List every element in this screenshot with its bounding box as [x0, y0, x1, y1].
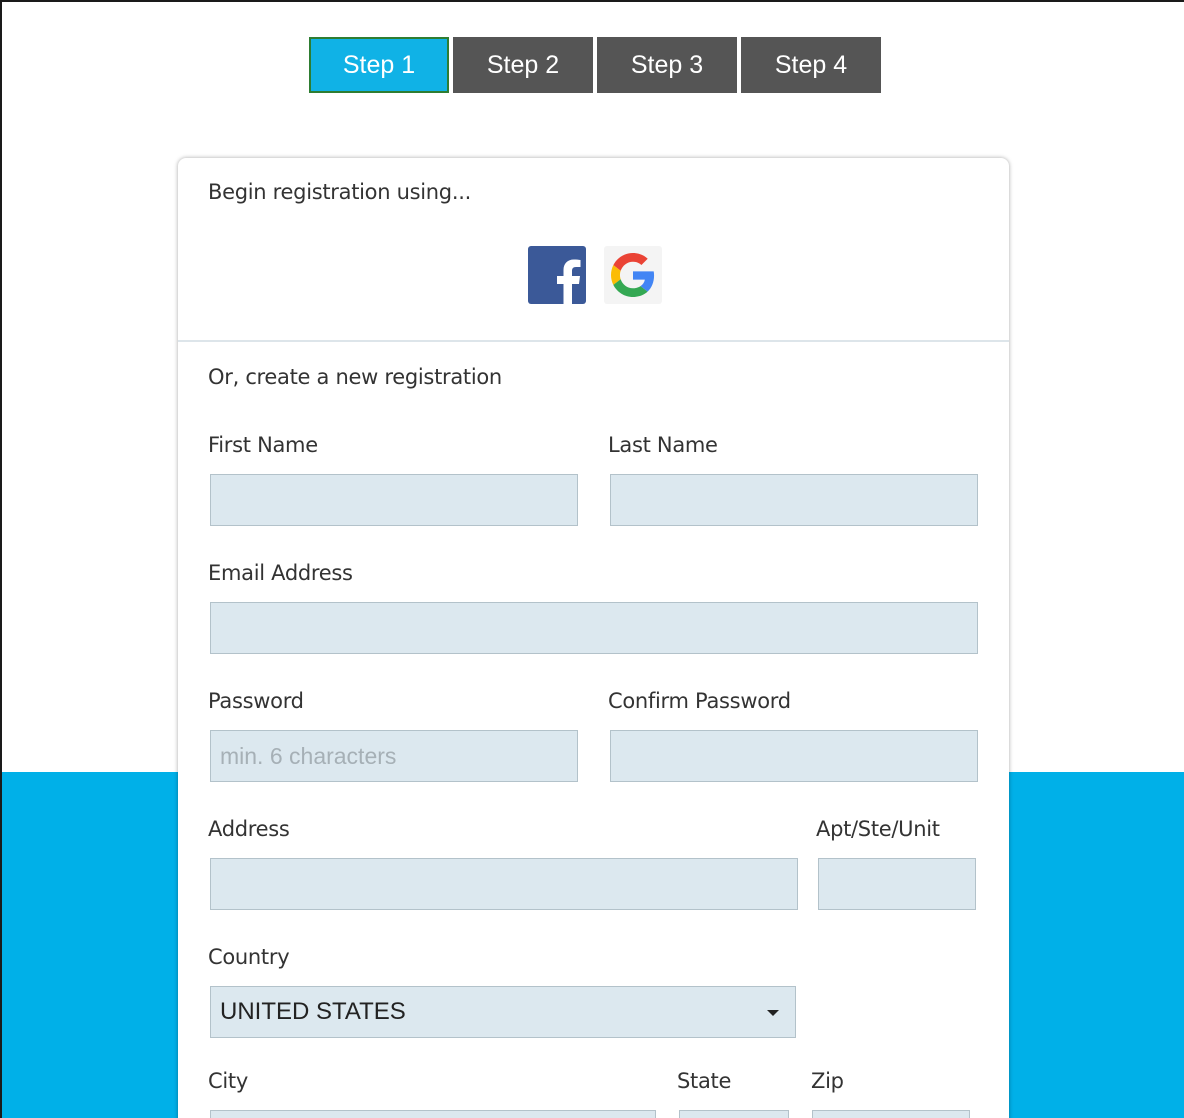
- page-frame: Step 1 Step 2 Step 3 Step 4 Begin regist…: [0, 0, 1184, 1118]
- facebook-icon: [557, 259, 581, 304]
- address-input[interactable]: [210, 858, 798, 910]
- country-select[interactable]: UNITED STATES: [210, 986, 796, 1038]
- country-select-value: UNITED STATES: [220, 998, 406, 1025]
- state-input[interactable]: [679, 1110, 789, 1118]
- last-name-input[interactable]: [610, 474, 978, 526]
- first-name-input[interactable]: [210, 474, 578, 526]
- city-input[interactable]: [210, 1110, 656, 1118]
- registration-card: Begin registration using... Or, create a…: [178, 158, 1009, 1118]
- first-name-label: First Name: [208, 433, 318, 457]
- email-label: Email Address: [208, 561, 353, 585]
- social-heading: Begin registration using...: [208, 180, 471, 204]
- confirm-password-input[interactable]: [610, 730, 978, 782]
- step-tab-3[interactable]: Step 3: [597, 37, 737, 93]
- form-heading: Or, create a new registration: [208, 365, 502, 389]
- step-nav: Step 1 Step 2 Step 3 Step 4: [309, 37, 885, 93]
- social-login-section: Begin registration using...: [178, 158, 1009, 342]
- city-label: City: [208, 1069, 248, 1093]
- apt-label: Apt/Ste/Unit: [816, 817, 940, 841]
- social-buttons: [528, 246, 662, 304]
- caret-down-icon: [767, 1010, 779, 1016]
- facebook-login-button[interactable]: [528, 246, 586, 304]
- last-name-label: Last Name: [608, 433, 718, 457]
- address-label: Address: [208, 817, 290, 841]
- step-tab-2[interactable]: Step 2: [453, 37, 593, 93]
- country-label: Country: [208, 945, 290, 969]
- email-input[interactable]: [210, 602, 978, 654]
- step-tab-4[interactable]: Step 4: [741, 37, 881, 93]
- password-input[interactable]: [210, 730, 578, 782]
- google-icon: [611, 253, 655, 297]
- zip-label: Zip: [811, 1069, 844, 1093]
- step-tab-1[interactable]: Step 1: [309, 37, 449, 93]
- password-label: Password: [208, 689, 304, 713]
- apt-input[interactable]: [818, 858, 976, 910]
- state-label: State: [677, 1069, 732, 1093]
- google-login-button[interactable]: [604, 246, 662, 304]
- confirm-password-label: Confirm Password: [608, 689, 791, 713]
- zip-input[interactable]: [812, 1110, 970, 1118]
